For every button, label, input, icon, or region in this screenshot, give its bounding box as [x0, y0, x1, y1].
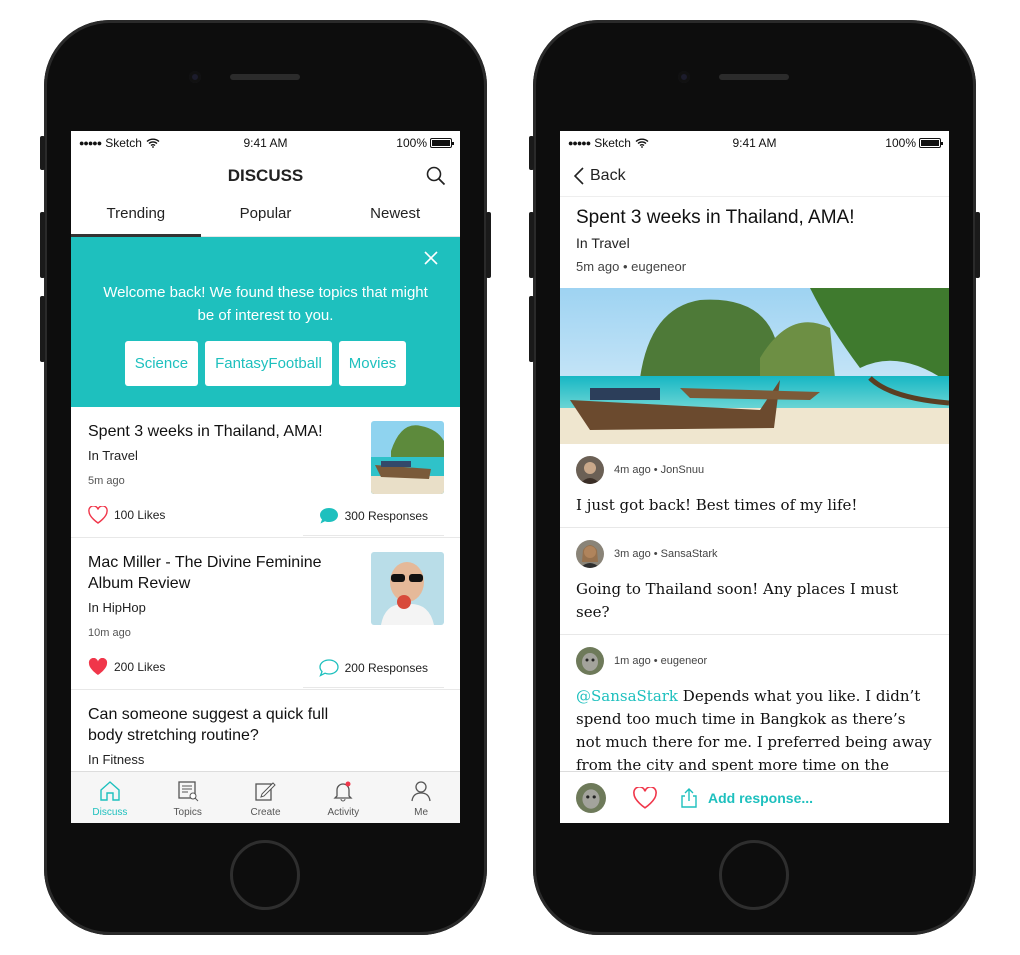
tabbar-activity[interactable]: Activity — [304, 772, 382, 823]
discuss-screen: ●●●●● Sketch 9:41 AM 100% DISCUSS Trendin… — [71, 131, 460, 823]
response-bar: Add response... — [560, 771, 949, 823]
my-avatar[interactable] — [576, 782, 606, 813]
post-detail-screen: ●●●●● Sketch 9:41 AM 100% Back Spent 3 we… — [560, 131, 949, 823]
share-icon[interactable] — [680, 787, 698, 808]
comment-icon[interactable] — [319, 507, 339, 525]
speaker — [719, 74, 789, 80]
tabbar-label: Me — [414, 807, 429, 818]
create-icon — [255, 782, 277, 801]
welcome-banner: Welcome back! We found these topics that… — [71, 237, 460, 407]
battery-icon — [919, 138, 943, 148]
avatar[interactable] — [576, 540, 604, 568]
battery-icon — [430, 138, 454, 148]
status-bar: ●●●●● Sketch 9:41 AM 100% — [71, 131, 460, 155]
tabbar-discuss[interactable]: Discuss — [71, 772, 149, 823]
wifi-icon — [146, 138, 160, 148]
post-card[interactable]: Mac Miller - The Divine Feminine Album R… — [71, 538, 460, 690]
volume-up-button — [529, 212, 534, 278]
mention-link[interactable]: @SansaStark — [576, 687, 678, 705]
power-button — [486, 212, 491, 278]
tab-newest[interactable]: Newest — [330, 197, 460, 236]
phone-right: ●●●●● Sketch 9:41 AM 100% Back Spent 3 we… — [529, 20, 980, 935]
avatar[interactable] — [576, 647, 604, 675]
post-thumbnail — [371, 421, 444, 494]
user-icon — [411, 781, 431, 802]
wifi-icon — [635, 138, 649, 148]
close-icon[interactable] — [424, 251, 438, 265]
response-meta: 1m ago • eugeneor — [614, 655, 708, 667]
topic-chip-science[interactable]: Science — [124, 341, 199, 386]
response-text: Going to Thailand soon! Any places I mus… — [576, 580, 899, 621]
bell-icon — [333, 781, 353, 802]
battery-percent: 100% — [396, 136, 427, 150]
mute-switch — [529, 136, 534, 170]
post-card[interactable]: Spent 3 weeks in Thailand, AMA! In Trave… — [71, 407, 460, 538]
bottom-tab-bar: Discuss Topics Create Activity Me — [71, 771, 460, 823]
add-response-button[interactable]: Add response... — [708, 790, 813, 806]
tabbar-me[interactable]: Me — [382, 772, 460, 823]
post-category[interactable]: In Fitness — [88, 752, 444, 767]
tabbar-topics[interactable]: Topics — [149, 772, 227, 823]
response-item: 3m ago • SansaStark Going to Thailand so… — [560, 528, 949, 635]
speaker — [230, 74, 300, 80]
post-title: Spent 3 weeks in Thailand, AMA! — [88, 423, 323, 440]
feed-tabs: Trending Popular Newest — [71, 197, 460, 237]
volume-down-button — [529, 296, 534, 362]
heart-icon[interactable] — [632, 786, 658, 809]
likes-count: 100 Likes — [114, 508, 166, 522]
chevron-left-icon — [574, 166, 584, 185]
post-title: Mac Miller - The Divine Feminine Album R… — [88, 554, 322, 592]
back-button[interactable]: Back — [560, 155, 949, 197]
volume-down-button — [40, 296, 45, 362]
response-text: I just got back! Best times of my life! — [576, 496, 858, 514]
post-age: 10m ago — [88, 627, 131, 639]
carrier: Sketch — [105, 136, 142, 150]
home-button[interactable] — [719, 840, 789, 910]
heart-filled-icon[interactable] — [88, 658, 108, 676]
back-label: Back — [590, 166, 626, 184]
home-button[interactable] — [230, 840, 300, 910]
post-image — [560, 288, 949, 444]
post-category[interactable]: In Travel — [576, 235, 933, 251]
responses-count: 300 Responses — [344, 508, 428, 523]
tabbar-label: Create — [250, 807, 281, 818]
heart-icon[interactable] — [88, 506, 108, 524]
mute-switch — [40, 136, 45, 170]
front-camera — [189, 71, 201, 83]
phone-left: ●●●●● Sketch 9:41 AM 100% DISCUSS Trendin… — [40, 20, 491, 935]
response-item: 4m ago • JonSnuu I just got back! Best t… — [560, 444, 949, 528]
front-camera — [678, 71, 690, 83]
signal-icon: ●●●●● — [568, 138, 591, 148]
likes-count: 200 Likes — [114, 660, 166, 674]
search-icon[interactable] — [426, 166, 446, 186]
post-title: Can someone suggest a quick full body st… — [88, 706, 329, 744]
volume-up-button — [40, 212, 45, 278]
response-meta: 4m ago • JonSnuu — [614, 464, 705, 476]
topic-chip-fantasyfootball[interactable]: FantasyFootball — [205, 341, 332, 386]
status-bar: ●●●●● Sketch 9:41 AM 100% — [560, 131, 949, 155]
carrier: Sketch — [594, 136, 631, 150]
page-title: DISCUSS — [227, 166, 304, 185]
tab-popular[interactable]: Popular — [201, 197, 331, 236]
post-meta: 5m ago • eugeneor — [576, 259, 687, 274]
power-button — [975, 212, 980, 278]
tabbar-label: Discuss — [92, 807, 128, 818]
tabbar-label: Topics — [173, 807, 202, 818]
topics-icon — [178, 781, 199, 802]
tabbar-create[interactable]: Create — [227, 772, 305, 823]
topic-chip-movies[interactable]: Movies — [338, 341, 407, 386]
response-meta: 3m ago • SansaStark — [614, 548, 718, 560]
home-icon — [100, 781, 120, 801]
avatar[interactable] — [576, 456, 604, 484]
post-thumbnail — [371, 552, 444, 625]
tab-trending[interactable]: Trending — [71, 197, 201, 237]
post-card[interactable]: Can someone suggest a quick full body st… — [71, 690, 460, 767]
welcome-message: Welcome back! We found these topics that… — [103, 284, 428, 324]
responses-count: 200 Responses — [344, 660, 428, 675]
comment-outline-icon[interactable] — [318, 658, 339, 677]
battery-percent: 100% — [885, 136, 916, 150]
post-title: Spent 3 weeks in Thailand, AMA! — [576, 207, 855, 228]
signal-icon: ●●●●● — [79, 138, 102, 148]
tabbar-label: Activity — [327, 807, 360, 818]
